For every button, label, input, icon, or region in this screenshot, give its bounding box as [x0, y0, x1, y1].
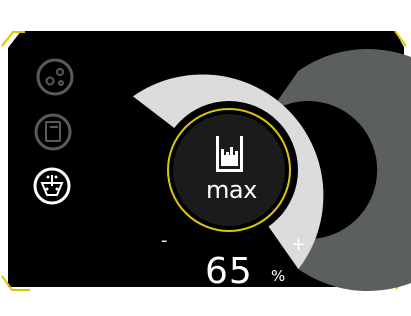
decrease-label: -: [161, 230, 168, 251]
increase-label: +: [291, 234, 307, 255]
dosage-value: 65: [205, 251, 253, 292]
dosage-unit: %: [271, 267, 286, 285]
dosing-settings-screen: - + max 65 %: [0, 0, 411, 316]
level-mode-label: max: [206, 176, 257, 204]
